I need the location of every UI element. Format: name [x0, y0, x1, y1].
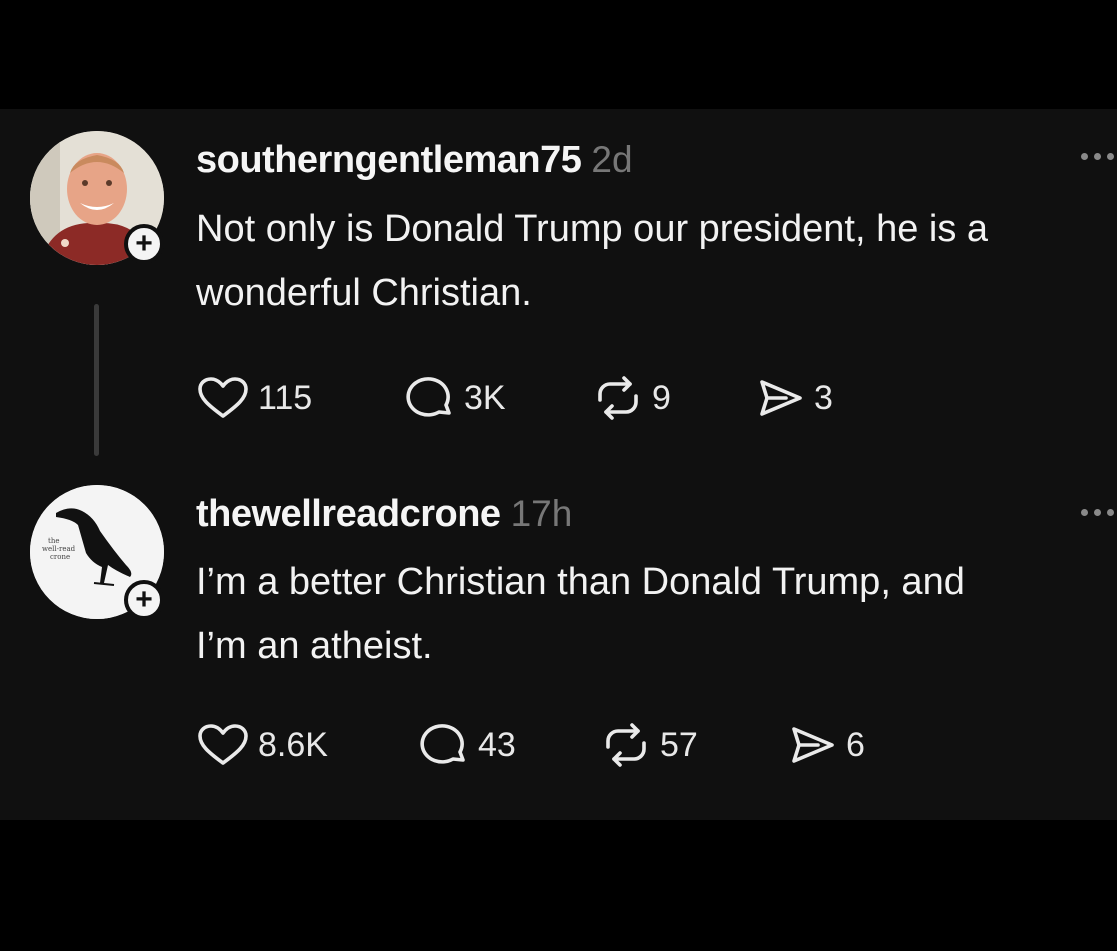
repost-button[interactable]: 57	[600, 723, 698, 767]
thread-line	[94, 304, 99, 456]
share-button[interactable]: 6	[788, 723, 865, 767]
reply-button[interactable]: 3K	[402, 376, 506, 420]
more-icon[interactable]	[1081, 149, 1117, 163]
heart-icon	[198, 377, 248, 418]
username[interactable]: thewellreadcrone	[196, 493, 501, 536]
post: the well-read crone + thewellreadcrone 1…	[0, 469, 1117, 820]
timestamp: 2d	[591, 139, 633, 180]
post-text: Not only is Donald Trump our president, …	[196, 208, 989, 314]
follow-button[interactable]: +	[124, 580, 164, 620]
post: + southerngentleman75 2d Not only is Don…	[0, 109, 1117, 469]
post-header: thewellreadcrone 17h	[196, 493, 572, 536]
follow-button[interactable]: +	[124, 224, 164, 264]
share-count: 3	[814, 378, 833, 417]
feed-panel: + southerngentleman75 2d Not only is Don…	[0, 109, 1117, 820]
repost-icon	[598, 376, 638, 420]
svg-text:crone: crone	[50, 553, 70, 561]
send-icon	[792, 727, 834, 763]
more-icon[interactable]	[1081, 505, 1117, 519]
repost-count: 57	[660, 725, 698, 764]
timestamp: 17h	[510, 493, 573, 534]
share-count: 6	[846, 725, 865, 764]
repost-icon	[606, 723, 646, 767]
reply-button[interactable]: 43	[416, 723, 516, 767]
repost-count: 9	[652, 378, 671, 417]
comment-icon	[420, 724, 465, 764]
post-text: I’m a better Christian than Donald Trump…	[196, 561, 965, 667]
username[interactable]: southerngentleman75	[196, 139, 582, 182]
comment-icon	[406, 377, 451, 417]
repost-button[interactable]: 9	[592, 376, 671, 420]
logo-text: the	[48, 537, 59, 545]
reply-count: 3K	[464, 378, 506, 417]
post-header: southerngentleman75 2d	[196, 139, 633, 182]
like-count: 115	[258, 378, 313, 417]
like-button[interactable]: 8.6K	[196, 723, 328, 767]
like-button[interactable]: 115	[196, 376, 312, 420]
like-count: 8.6K	[258, 725, 328, 764]
share-button[interactable]: 3	[756, 376, 833, 420]
svg-text:well-read: well-read	[42, 545, 76, 553]
heart-icon	[198, 724, 248, 765]
send-icon	[760, 380, 802, 416]
reply-count: 43	[478, 725, 516, 764]
